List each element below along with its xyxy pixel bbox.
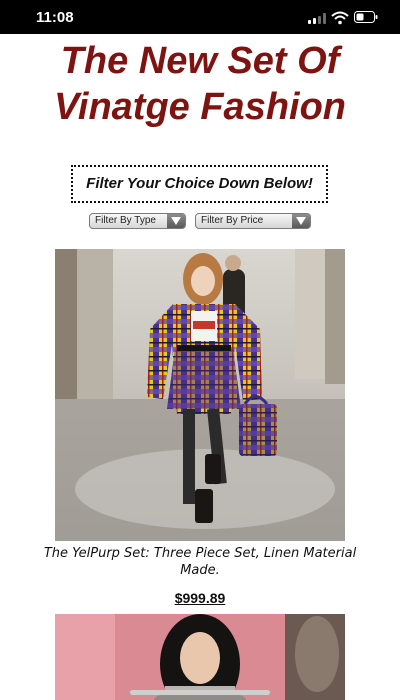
signal-icon — [308, 13, 326, 24]
filter-prompt-box: Filter Your Choice Down Below! — [71, 165, 328, 203]
product-caption: The YelPurp Set: Three Piece Set, Linen … — [43, 546, 357, 578]
dropdown-arrow-icon — [292, 214, 310, 228]
select-label: Filter By Type — [95, 215, 156, 226]
status-time: 11:08 — [36, 9, 74, 26]
status-bar: 11:08 — [0, 0, 400, 34]
filter-by-type-select[interactable]: Filter By Type — [89, 213, 186, 229]
home-indicator — [130, 690, 270, 695]
product-image-second-set[interactable] — [55, 614, 345, 700]
wifi-icon — [331, 11, 349, 25]
page-headline: The New Set Of Vinatge Fashion — [53, 40, 347, 128]
dropdown-arrow-icon — [167, 214, 185, 228]
product-image-yelpurp-set[interactable] — [55, 249, 345, 541]
product-price[interactable]: $999.89 — [0, 590, 400, 606]
battery-icon — [354, 11, 378, 23]
filter-by-price-select[interactable]: Filter By Price — [195, 213, 311, 229]
select-label: Filter By Price — [201, 215, 264, 226]
